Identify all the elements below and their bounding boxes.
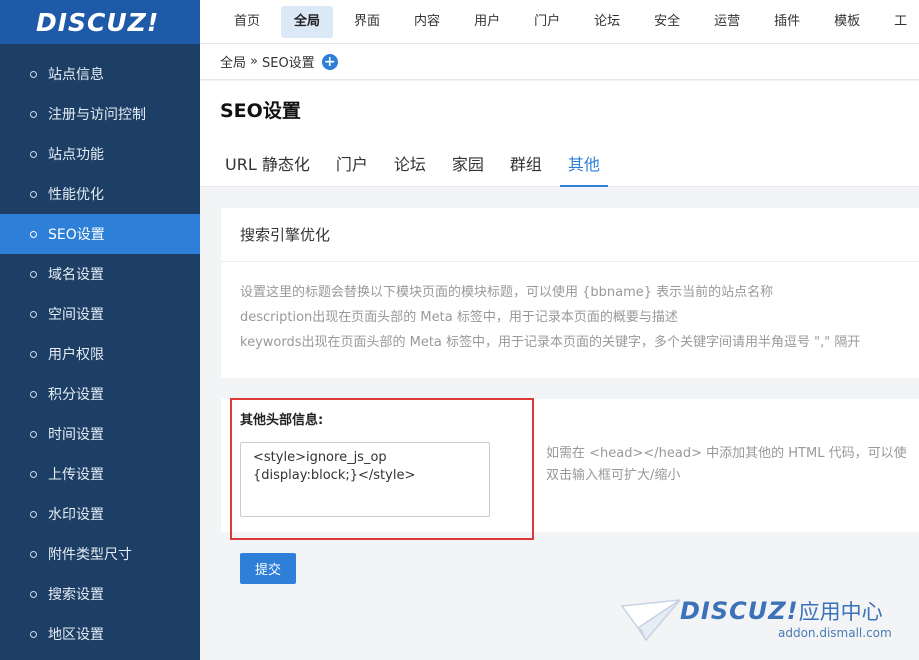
sidebar-item-watermark[interactable]: 水印设置 — [0, 494, 200, 534]
topnav-tools[interactable]: 工 — [881, 6, 919, 38]
watermark: DISCUZ!应用中心 addon.dismall.com — [620, 596, 910, 646]
bullet-icon — [30, 390, 37, 398]
bullet-icon — [30, 470, 37, 478]
sidebar-item-upload[interactable]: 上传设置 — [0, 454, 200, 494]
page-header: SEO设置 URL 静态化 门户 论坛 家园 群组 其他 — [200, 81, 919, 187]
sidebar-item-site-features[interactable]: 站点功能 — [0, 134, 200, 174]
breadcrumb-current: SEO设置 — [261, 56, 315, 71]
topnav-users[interactable]: 用户 — [461, 6, 513, 38]
breadcrumb-root[interactable]: 全局 — [220, 52, 246, 71]
sidebar-item-credits[interactable]: 积分设置 — [0, 374, 200, 414]
breadcrumb-separator: » — [250, 54, 258, 69]
sidebar-item-seo[interactable]: SEO设置 — [0, 214, 200, 254]
description-line: 设置这里的标题会替换以下模块页面的模块标题，可以使用 {bbname} 表示当前… — [240, 285, 774, 300]
tab-home[interactable]: 家园 — [439, 139, 497, 187]
tab-other[interactable]: 其他 — [555, 139, 613, 187]
topnav-forum[interactable]: 论坛 — [581, 6, 633, 38]
topnav-templates[interactable]: 模板 — [821, 6, 873, 38]
seo-info-panel: 搜索引擎优化 设置这里的标题会替换以下模块页面的模块标题，可以使用 {bbnam… — [221, 208, 919, 378]
bullet-icon — [30, 150, 37, 158]
panel-title: 搜索引擎优化 — [221, 208, 919, 262]
tab-forum[interactable]: 论坛 — [381, 139, 439, 187]
topnav-home[interactable]: 首页 — [221, 6, 273, 38]
sidebar-item-region[interactable]: 地区设置 — [0, 614, 200, 654]
sidebar: DISCUZ! 站点信息 注册与访问控制 站点功能 性能优化 SEO设置 域名设… — [0, 0, 200, 660]
bullet-icon — [30, 110, 37, 118]
tab-group[interactable]: 群组 — [497, 139, 555, 187]
top-nav: 首页 全局 界面 内容 用户 门户 论坛 安全 运营 插件 模板 工 — [200, 0, 919, 44]
bullet-icon — [30, 230, 37, 238]
sidebar-item-space[interactable]: 空间设置 — [0, 294, 200, 334]
sidebar-item-register-access[interactable]: 注册与访问控制 — [0, 94, 200, 134]
tab-url-static[interactable]: URL 静态化 — [212, 139, 323, 187]
topnav-security[interactable]: 安全 — [641, 6, 693, 38]
watermark-title: DISCUZ!应用中心 — [680, 597, 883, 625]
bullet-icon — [30, 430, 37, 438]
bullet-icon — [30, 590, 37, 598]
topnav-content[interactable]: 内容 — [401, 6, 453, 38]
sidebar-item-search[interactable]: 搜索设置 — [0, 574, 200, 614]
panel-description: 设置这里的标题会替换以下模块页面的模块标题，可以使用 {bbname} 表示当前… — [221, 262, 919, 355]
bullet-icon — [30, 270, 37, 278]
bullet-icon — [30, 70, 37, 78]
head-info-panel: 其他头部信息: <style>ignore_js_op {display:blo… — [221, 399, 919, 532]
sidebar-nav: 站点信息 注册与访问控制 站点功能 性能优化 SEO设置 域名设置 空间设置 用… — [0, 54, 200, 654]
bullet-icon — [30, 550, 37, 558]
watermark-url: addon.dismall.com — [778, 626, 892, 640]
sidebar-item-attachment-types[interactable]: 附件类型尺寸 — [0, 534, 200, 574]
topnav-portal[interactable]: 门户 — [521, 6, 573, 38]
topnav-interface[interactable]: 界面 — [341, 6, 393, 38]
sidebar-item-time[interactable]: 时间设置 — [0, 414, 200, 454]
bullet-icon — [30, 510, 37, 518]
tab-portal[interactable]: 门户 — [323, 139, 381, 187]
bullet-icon — [30, 190, 37, 198]
paper-plane-icon — [620, 599, 681, 642]
seo-tabs: URL 静态化 门户 论坛 家园 群组 其他 — [212, 139, 613, 187]
topnav-global[interactable]: 全局 — [281, 5, 334, 38]
hint-line: 双击输入框可扩大/缩小 — [546, 468, 681, 483]
sidebar-item-performance[interactable]: 性能优化 — [0, 174, 200, 214]
submit-button[interactable]: 提交 — [240, 553, 296, 584]
topnav-plugins[interactable]: 插件 — [761, 6, 813, 38]
page-title: SEO设置 — [220, 100, 301, 122]
bullet-icon — [30, 350, 37, 358]
add-shortcut-icon[interactable]: + — [321, 53, 338, 70]
bullet-icon — [30, 630, 37, 638]
head-info-textarea[interactable]: <style>ignore_js_op {display:block;}</st… — [240, 442, 490, 517]
topnav-operations[interactable]: 运营 — [701, 6, 753, 38]
head-info-label: 其他头部信息: — [240, 413, 324, 428]
sidebar-item-domain[interactable]: 域名设置 — [0, 254, 200, 294]
description-line: keywords出现在页面头部的 Meta 标签中，用于记录本页面的关键字，多个… — [240, 335, 861, 350]
sidebar-item-site-info[interactable]: 站点信息 — [0, 54, 200, 94]
breadcrumb: 全局 » SEO设置 + — [200, 44, 919, 80]
sidebar-item-user-permissions[interactable]: 用户权限 — [0, 334, 200, 374]
logo-text: DISCUZ! — [36, 7, 160, 37]
description-line: description出现在页面头部的 Meta 标签中，用于记录本页面的概要与… — [240, 310, 678, 325]
logo[interactable]: DISCUZ! — [0, 0, 200, 44]
bullet-icon — [30, 310, 37, 318]
hint-line: 如需在 <head></head> 中添加其他的 HTML 代码，可以使 — [546, 446, 907, 461]
head-info-hint: 如需在 <head></head> 中添加其他的 HTML 代码，可以使 双击输… — [546, 443, 907, 487]
